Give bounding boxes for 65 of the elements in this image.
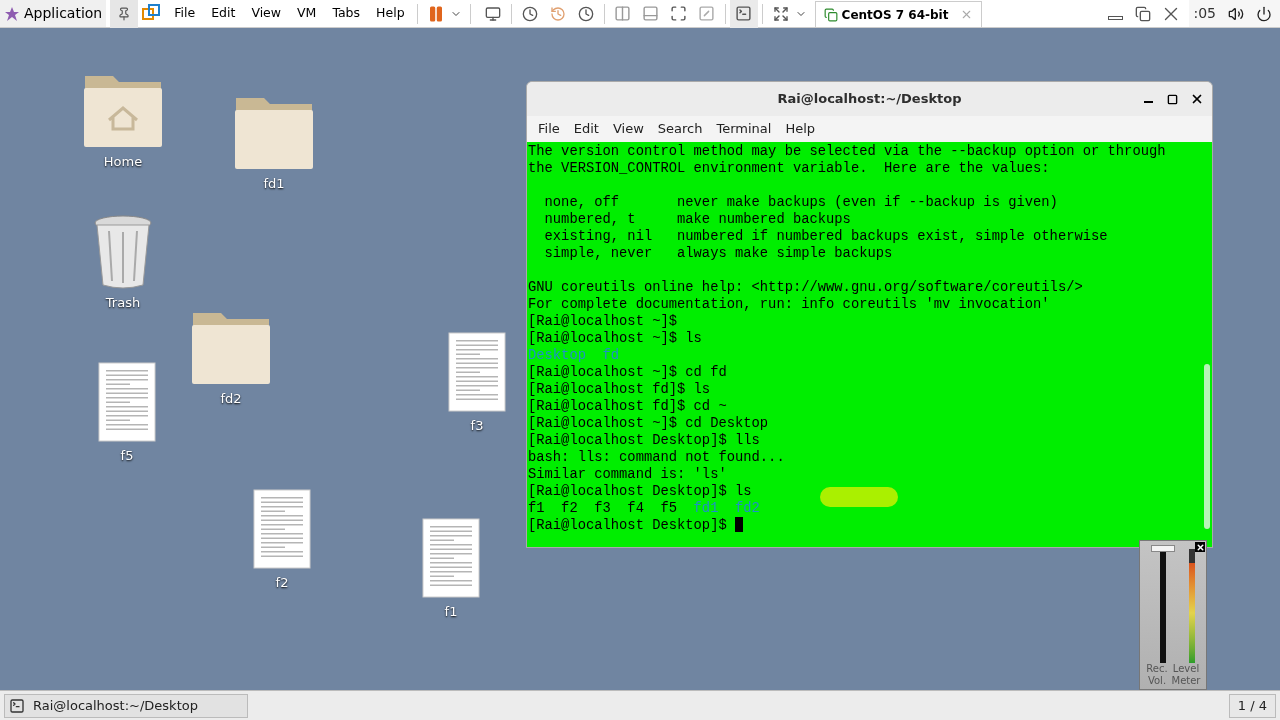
close-button[interactable] — [1190, 92, 1204, 106]
columns-icon — [614, 5, 632, 22]
minimize-icon — [1107, 15, 1123, 20]
clock-icon — [521, 5, 538, 22]
expand-icon — [772, 5, 789, 22]
clock-icon — [577, 5, 594, 22]
scrollbar-thumb[interactable] — [1204, 364, 1210, 529]
desktop-icon-label[interactable]: fd2 — [220, 389, 242, 409]
menu-item[interactable]: Tabs — [324, 0, 369, 27]
maximize-button[interactable] — [1167, 93, 1178, 105]
terminal-icon — [735, 5, 753, 22]
vm-tab-icon — [823, 7, 838, 22]
application-menu[interactable]: Application — [0, 0, 107, 27]
fullscreen-icon — [670, 5, 688, 22]
text-cursor — [735, 517, 743, 532]
maximize-icon — [1167, 93, 1178, 105]
menu-item[interactable]: View — [605, 119, 651, 139]
taskbar-window-button[interactable]: Rai@localhost:~/Desktop — [4, 693, 248, 718]
volume-slider-track[interactable] — [1151, 545, 1175, 663]
workspace-indicator[interactable]: 1 / 4 — [1228, 693, 1276, 718]
desktop-icon-label[interactable]: fd1 — [263, 174, 285, 194]
logo-icon — [4, 5, 20, 22]
document-icon — [422, 518, 480, 598]
pin-button[interactable] — [110, 0, 139, 28]
volume-icon — [1228, 5, 1244, 22]
pin-icon — [117, 6, 132, 21]
menu-item[interactable]: Search — [650, 119, 710, 139]
monitor-icon — [484, 5, 501, 22]
rec-vol-label: Rec. Vol. — [1145, 663, 1169, 687]
close-icon — [1195, 542, 1205, 552]
menu-item[interactable]: File — [166, 0, 204, 27]
menu-item[interactable]: VM — [289, 0, 325, 27]
level-meter-label: Level Meter — [1170, 663, 1202, 687]
terminal-output: The version control method may be selected via the --backup option or through the VERSION_CONTROL environment variable. Here are the values: none, off never make backups (even if --backup is given) numbered, t make numbered backups existing, nil numbered if numbered backups exist, simple otherwise simple, never always make simple backups GNU coreutils online help: <http://www.gnu.org/software/coreutils/> For complete documentation, run: info coreutils 'mv invocation' [Rai@localhost ~]$ [Rai@localhost ~]$ ls Desktop fd [Rai@localhost ~]$ cd fd [Rai@localhost fd]$ ls [Rai@localhost fd]$ cd ~ [Rai@localhost ~]$ cd Desktop [Rai@localhost Desktop]$ lls bash: lls: command not found... Similar command is: 'ls' [Rai@localhost Desktop]$ ls f1 f2 f3 f4 f5 fd1 fd2 [Rai@localhost Desktop]$ — [527, 143, 1167, 535]
desktop-icon-label[interactable]: f3 — [470, 416, 484, 436]
trash-icon — [93, 215, 153, 289]
console-button[interactable] — [729, 0, 758, 28]
slashed-square-icon — [698, 5, 716, 22]
desktop-icon-label[interactable]: f1 — [444, 602, 458, 622]
power-icon — [1256, 5, 1272, 22]
desktop-icon-label[interactable]: Trash — [105, 293, 141, 313]
panel-icon — [642, 5, 660, 22]
volume-slider-thumb[interactable] — [1151, 545, 1175, 552]
history-icon — [549, 5, 566, 22]
desktop-icon-label[interactable]: Home — [103, 152, 143, 172]
minimize-icon — [1143, 101, 1153, 103]
menu-item[interactable]: View — [243, 0, 290, 27]
menu-item[interactable]: Terminal — [709, 119, 779, 139]
terminal-icon — [9, 697, 25, 714]
document-icon — [98, 362, 156, 442]
menu-item[interactable]: Help — [368, 0, 413, 27]
desktop-icon-label[interactable]: f5 — [120, 446, 134, 466]
menu-item[interactable]: Edit — [566, 119, 606, 139]
window-title: Rai@localhost:~/Desktop — [777, 90, 962, 109]
vm-tab[interactable]: CentOS 7 64-bit — [814, 1, 983, 27]
menu-item[interactable]: Help — [778, 119, 823, 139]
document-icon — [448, 332, 506, 412]
menu-item[interactable]: Edit — [203, 0, 244, 27]
restore-icon — [1135, 5, 1152, 22]
desktop-icon-label[interactable]: f2 — [275, 573, 289, 593]
document-icon — [253, 489, 311, 569]
clock-text: :05 — [1193, 4, 1216, 23]
close-button[interactable] — [1195, 542, 1205, 552]
menu-item[interactable]: File — [531, 119, 567, 139]
close-icon — [1190, 92, 1204, 106]
